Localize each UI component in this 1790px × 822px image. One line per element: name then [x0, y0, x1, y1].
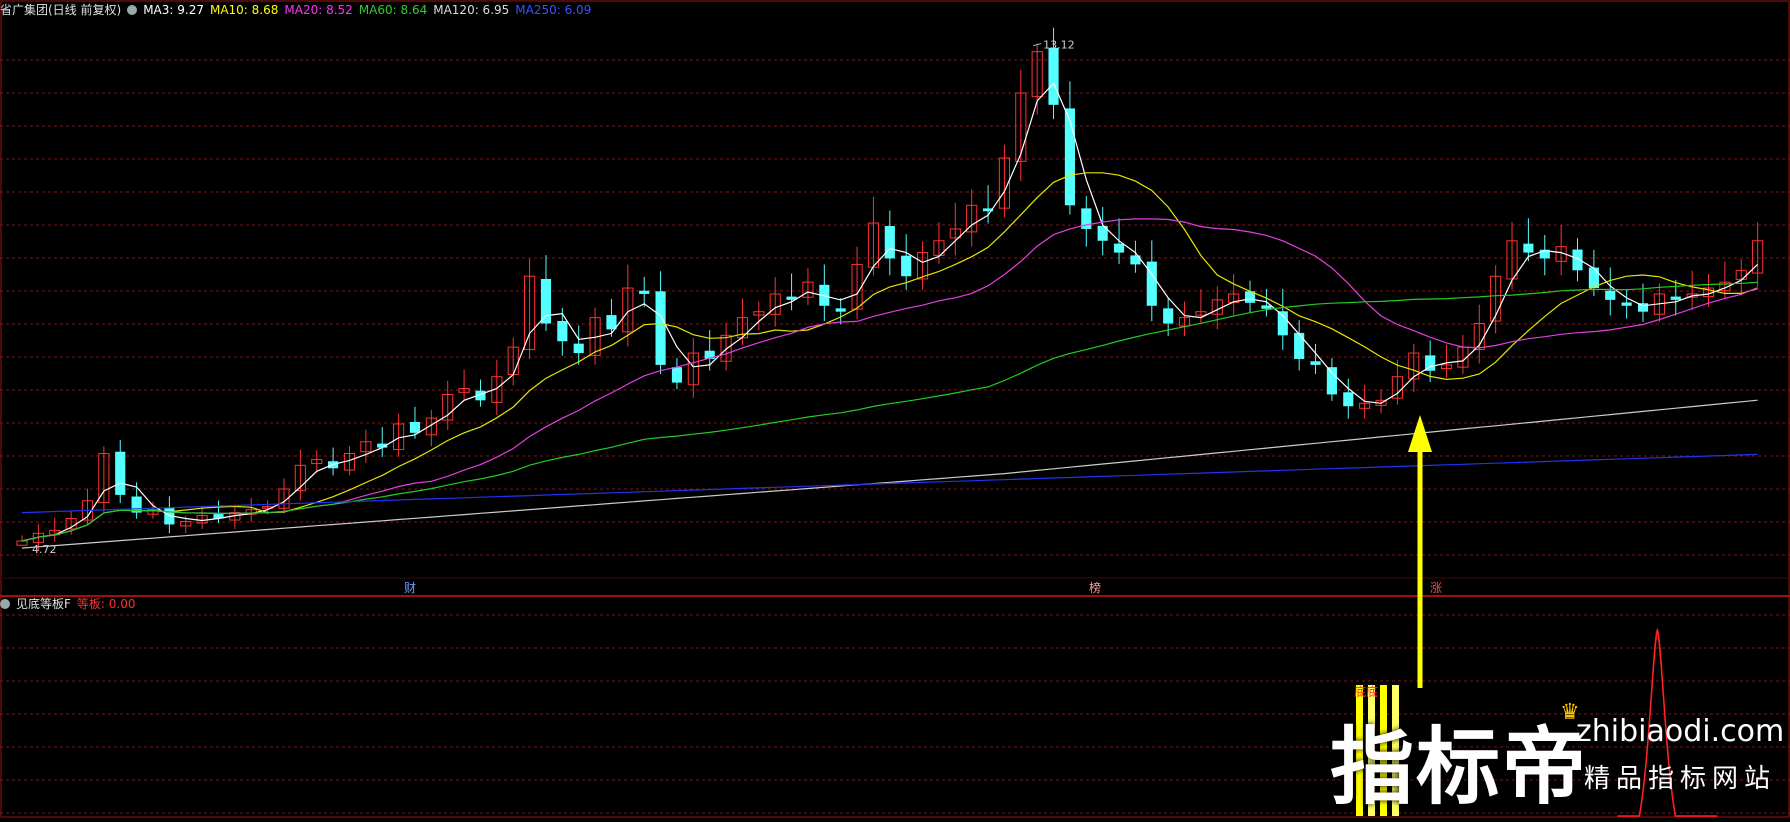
chart-frame — [0, 0, 1790, 818]
ma120-line — [21, 399, 1758, 549]
bottom-signal-label: 底底 — [1354, 684, 1378, 699]
candle-down — [1523, 243, 1534, 253]
bottom-signal-bar — [1356, 685, 1363, 816]
settings-circle-icon[interactable] — [0, 599, 10, 609]
candle-down — [1048, 47, 1059, 105]
ma-legend-item: MA3: 9.27 — [143, 3, 204, 17]
candle-down — [1605, 290, 1616, 300]
candle-down — [671, 367, 683, 383]
ma-legend-item: MA20: 8.52 — [284, 3, 353, 17]
candle-down — [655, 291, 666, 365]
candle-down — [1064, 108, 1076, 206]
candle-down — [606, 315, 617, 330]
sub-panel-header: 见底等板F 等板: 0.00 — [0, 594, 141, 614]
ma-legend: MA3: 9.27 MA10: 8.68 MA20: 8.52 MA60: 8.64 M… — [143, 3, 597, 17]
candle-down — [1343, 392, 1354, 407]
bottom-signal-bar — [1392, 685, 1399, 816]
candle-down — [1670, 296, 1681, 300]
candle-up — [16, 540, 28, 546]
event-marker: 涨 — [1430, 580, 1442, 595]
main-panel-header: 省广集团(日线 前复权) MA3: 9.27 MA10: 8.68 MA20: 8.5… — [0, 0, 603, 20]
event-marker: 榜 — [1089, 580, 1101, 595]
candle-down — [557, 321, 568, 342]
low-price-label: 4.72 — [32, 543, 57, 556]
ma-legend-item: MA250: 6.09 — [515, 3, 592, 17]
indicator-value: 等板: 0.00 — [76, 597, 136, 611]
candle-down — [409, 421, 421, 433]
candle-down — [884, 226, 895, 259]
settings-circle-icon[interactable] — [127, 5, 138, 15]
candle-down — [901, 255, 912, 277]
candle-down — [1294, 332, 1305, 359]
bottom-signal-bar — [1368, 685, 1375, 816]
candle-down — [1572, 249, 1583, 271]
candle-down — [1621, 302, 1632, 306]
candle-down — [1163, 308, 1174, 324]
candle-down — [540, 278, 552, 324]
candle-down — [1146, 261, 1157, 306]
candle-down — [1113, 243, 1125, 253]
high-price-label: 13.12 — [1043, 39, 1075, 52]
candle-down — [835, 308, 846, 312]
stock-chart-window: 13.12 4.72 财 榜 涨底底 省广集团(日线 前复权) MA3: 9.27 MA10… — [0, 0, 1790, 818]
candle-down — [573, 343, 584, 354]
kline-chart[interactable]: 13.12 4.72 财 榜 涨底底 — [0, 0, 1790, 818]
ma-legend-item: MA120: 6.95 — [433, 3, 510, 17]
candle-down — [1310, 361, 1321, 365]
ma-legend-item: MA60: 8.64 — [358, 3, 428, 17]
ma-legend-item: MA10: 8.68 — [209, 3, 279, 17]
candle-down — [115, 451, 126, 495]
indicator-name: 见底等板F — [16, 597, 71, 611]
bottom-signal-bar — [1380, 685, 1387, 816]
ma250-line — [21, 453, 1758, 514]
stock-label: 省广集团(日线 前复权) — [0, 3, 122, 17]
candle-down — [1261, 305, 1272, 309]
event-marker: 财 — [404, 581, 416, 595]
sub-indicator-line — [1617, 627, 1718, 817]
candle-down — [1326, 367, 1337, 395]
candle-down — [639, 290, 650, 294]
